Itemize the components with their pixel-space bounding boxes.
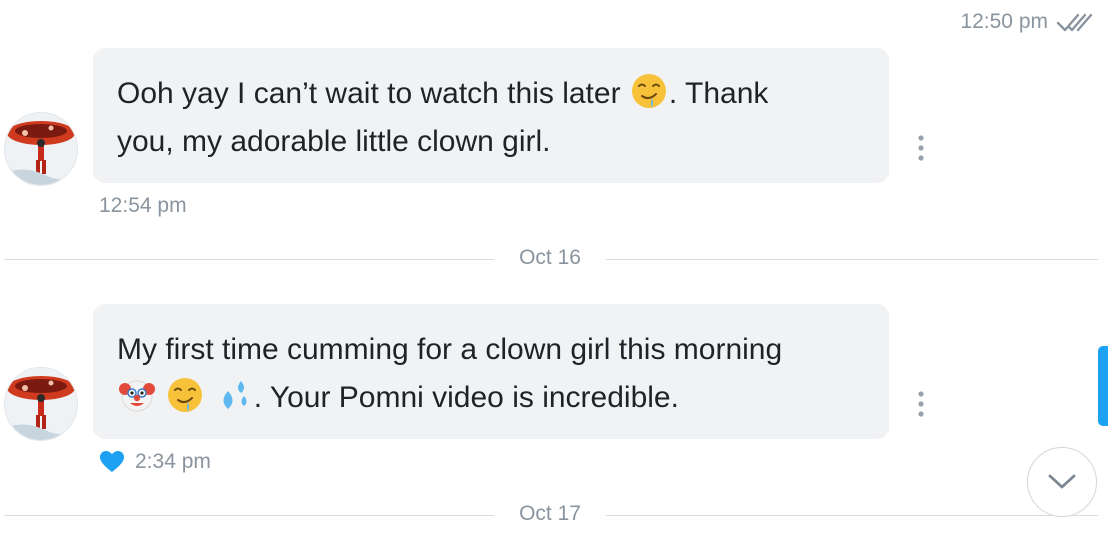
message-text-part: My first time cumming for a clown girl t… — [117, 333, 783, 366]
clown-face-emoji — [119, 380, 155, 412]
date-label: Oct 16 — [519, 246, 581, 269]
date-separator: Oct 17 — [4, 500, 1098, 530]
message-text: My first time cumming for a clown girl t… — [117, 326, 865, 422]
divider — [606, 515, 1098, 516]
message-bubble[interactable]: Ooh yay I can’t wait to watch this later… — [93, 48, 889, 183]
drooling-face-emoji — [168, 378, 203, 412]
avatar-image — [5, 113, 77, 185]
avatar-image — [5, 368, 77, 440]
message-text-part: . Your Pomni video is incredible. — [253, 381, 679, 414]
sweat-droplets-emoji — [223, 381, 247, 409]
divider — [4, 259, 494, 260]
more-options-icon[interactable] — [910, 389, 932, 419]
divider — [4, 515, 494, 516]
message-meta: 12:54 pm — [99, 194, 187, 218]
message-time: 2:34 pm — [135, 450, 211, 473]
dm-conversation: 12:50 pm Ooh yay I can’t wait to watch t… — [0, 0, 1108, 542]
heart-icon[interactable] — [99, 450, 125, 474]
drooling-face-emoji — [631, 74, 666, 108]
scrollbar-thumb[interactable] — [1098, 346, 1108, 426]
message-text-part: . Thank — [668, 77, 769, 110]
message-meta: 2:34 pm — [99, 450, 211, 474]
message-text: Ooh yay I can’t wait to watch this later… — [117, 70, 865, 166]
avatar[interactable] — [4, 367, 78, 441]
divider — [606, 259, 1098, 260]
message-time: 12:54 pm — [99, 194, 187, 217]
double-check-icon — [1056, 13, 1093, 32]
avatar[interactable] — [4, 112, 78, 186]
scroll-to-bottom-button[interactable] — [1027, 447, 1097, 517]
message-text-part: Ooh yay I can’t wait to watch this later — [117, 77, 629, 110]
more-options-icon[interactable] — [910, 133, 932, 163]
date-label: Oct 17 — [519, 502, 581, 525]
outgoing-message-meta: 12:50 pm — [960, 10, 1094, 34]
message-time: 12:50 pm — [960, 10, 1048, 33]
message-bubble[interactable]: My first time cumming for a clown girl t… — [93, 304, 889, 439]
chevron-down-icon — [1048, 474, 1076, 489]
message-text-part: you, my adorable little clown girl. — [117, 125, 551, 158]
date-separator: Oct 16 — [4, 244, 1098, 274]
